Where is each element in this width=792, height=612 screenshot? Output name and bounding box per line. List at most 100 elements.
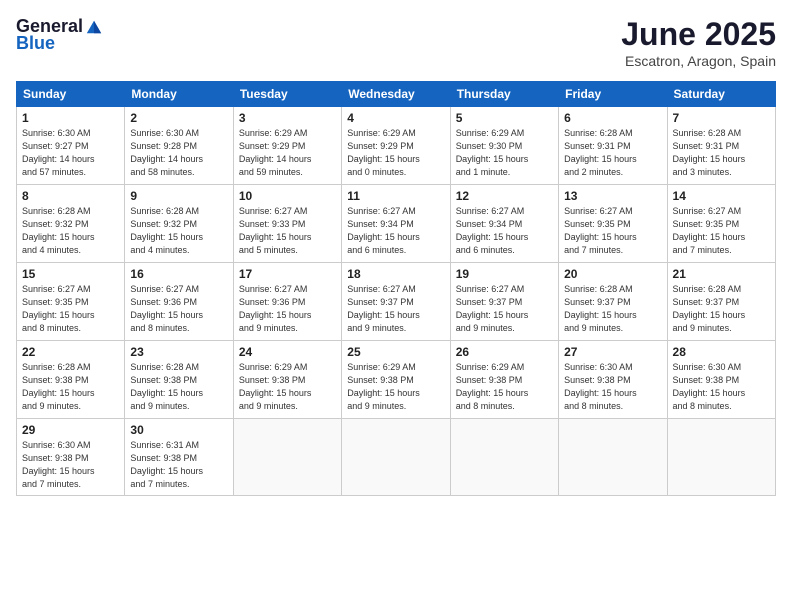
day-number: 10 xyxy=(239,189,336,203)
day-number: 19 xyxy=(456,267,553,281)
table-row: 17 Sunrise: 6:27 AM Sunset: 9:36 PM Dayli… xyxy=(233,263,341,341)
day-info: Sunrise: 6:28 AM Sunset: 9:38 PM Dayligh… xyxy=(22,361,119,413)
day-number: 3 xyxy=(239,111,336,125)
table-row: 6 Sunrise: 6:28 AM Sunset: 9:31 PM Daylig… xyxy=(559,107,667,185)
day-info: Sunrise: 6:30 AM Sunset: 9:38 PM Dayligh… xyxy=(22,439,119,491)
day-number: 21 xyxy=(673,267,770,281)
table-row: 1 Sunrise: 6:30 AM Sunset: 9:27 PM Daylig… xyxy=(17,107,125,185)
day-number: 28 xyxy=(673,345,770,359)
table-row xyxy=(559,419,667,496)
day-info: Sunrise: 6:29 AM Sunset: 9:38 PM Dayligh… xyxy=(239,361,336,413)
table-row: 16 Sunrise: 6:27 AM Sunset: 9:36 PM Dayli… xyxy=(125,263,233,341)
day-info: Sunrise: 6:30 AM Sunset: 9:38 PM Dayligh… xyxy=(673,361,770,413)
table-row xyxy=(342,419,450,496)
table-row: 18Sunrise: 6:27 AM Sunset: 9:37 PM Dayli… xyxy=(342,263,450,341)
day-info: Sunrise: 6:27 AM Sunset: 9:33 PM Dayligh… xyxy=(239,205,336,257)
day-info: Sunrise: 6:27 AM Sunset: 9:34 PM Dayligh… xyxy=(456,205,553,257)
day-number: 17 xyxy=(239,267,336,281)
col-friday: Friday xyxy=(559,82,667,107)
table-row: 24 Sunrise: 6:29 AM Sunset: 9:38 PM Dayli… xyxy=(233,341,341,419)
table-row: 19 Sunrise: 6:27 AM Sunset: 9:37 PM Dayli… xyxy=(450,263,558,341)
day-number: 29 xyxy=(22,423,119,437)
day-info: Sunrise: 6:30 AM Sunset: 9:27 PM Dayligh… xyxy=(22,127,119,179)
table-row xyxy=(233,419,341,496)
day-number: 9 xyxy=(130,189,227,203)
day-info: Sunrise: 6:29 AM Sunset: 9:30 PM Dayligh… xyxy=(456,127,553,179)
col-wednesday: Wednesday xyxy=(342,82,450,107)
day-info: Sunrise: 6:27 AM Sunset: 9:37 PM Dayligh… xyxy=(456,283,553,335)
day-info: Sunrise: 6:30 AM Sunset: 9:28 PM Dayligh… xyxy=(130,127,227,179)
table-row: 5Sunrise: 6:29 AM Sunset: 9:30 PM Daylig… xyxy=(450,107,558,185)
day-info: Sunrise: 6:28 AM Sunset: 9:32 PM Dayligh… xyxy=(130,205,227,257)
table-row: 27 Sunrise: 6:30 AM Sunset: 9:38 PM Dayli… xyxy=(559,341,667,419)
table-row: 13 Sunrise: 6:27 AM Sunset: 9:35 PM Dayli… xyxy=(559,185,667,263)
table-row: 15 Sunrise: 6:27 AM Sunset: 9:35 PM Dayli… xyxy=(17,263,125,341)
day-number: 6 xyxy=(564,111,661,125)
day-number: 2 xyxy=(130,111,227,125)
day-info: Sunrise: 6:31 AM Sunset: 9:38 PM Dayligh… xyxy=(130,439,227,491)
logo-icon xyxy=(85,18,103,36)
table-row: 10 Sunrise: 6:27 AM Sunset: 9:33 PM Dayli… xyxy=(233,185,341,263)
day-number: 1 xyxy=(22,111,119,125)
day-info: Sunrise: 6:27 AM Sunset: 9:36 PM Dayligh… xyxy=(239,283,336,335)
table-row: 30 Sunrise: 6:31 AM Sunset: 9:38 PM Dayli… xyxy=(125,419,233,496)
table-row xyxy=(667,419,775,496)
table-row: 9 Sunrise: 6:28 AM Sunset: 9:32 PM Daylig… xyxy=(125,185,233,263)
col-tuesday: Tuesday xyxy=(233,82,341,107)
table-row: 14 Sunrise: 6:27 AM Sunset: 9:35 PM Dayli… xyxy=(667,185,775,263)
day-info: Sunrise: 6:28 AM Sunset: 9:32 PM Dayligh… xyxy=(22,205,119,257)
day-number: 18 xyxy=(347,267,444,281)
table-row: 11 Sunrise: 6:27 AM Sunset: 9:34 PM Dayli… xyxy=(342,185,450,263)
table-row: 12 Sunrise: 6:27 AM Sunset: 9:34 PM Dayli… xyxy=(450,185,558,263)
day-info: Sunrise: 6:29 AM Sunset: 9:29 PM Dayligh… xyxy=(239,127,336,179)
col-sunday: Sunday xyxy=(17,82,125,107)
col-monday: Monday xyxy=(125,82,233,107)
day-number: 23 xyxy=(130,345,227,359)
day-info: Sunrise: 6:27 AM Sunset: 9:36 PM Dayligh… xyxy=(130,283,227,335)
day-info: Sunrise: 6:28 AM Sunset: 9:37 PM Dayligh… xyxy=(564,283,661,335)
logo-blue-text: Blue xyxy=(16,33,55,54)
day-info: Sunrise: 6:27 AM Sunset: 9:34 PM Dayligh… xyxy=(347,205,444,257)
day-info: Sunrise: 6:29 AM Sunset: 9:29 PM Dayligh… xyxy=(347,127,444,179)
day-number: 16 xyxy=(130,267,227,281)
day-info: Sunrise: 6:28 AM Sunset: 9:31 PM Dayligh… xyxy=(564,127,661,179)
table-row: 2 Sunrise: 6:30 AM Sunset: 9:28 PM Daylig… xyxy=(125,107,233,185)
day-info: Sunrise: 6:27 AM Sunset: 9:35 PM Dayligh… xyxy=(673,205,770,257)
table-row: 4 Sunrise: 6:29 AM Sunset: 9:29 PM Daylig… xyxy=(342,107,450,185)
day-info: Sunrise: 6:28 AM Sunset: 9:31 PM Dayligh… xyxy=(673,127,770,179)
table-row: 3 Sunrise: 6:29 AM Sunset: 9:29 PM Daylig… xyxy=(233,107,341,185)
logo: General Blue xyxy=(16,16,103,54)
calendar-header-row: Sunday Monday Tuesday Wednesday Thursday… xyxy=(17,82,776,107)
table-row: 7Sunrise: 6:28 AM Sunset: 9:31 PM Daylig… xyxy=(667,107,775,185)
calendar-table: Sunday Monday Tuesday Wednesday Thursday… xyxy=(16,81,776,496)
table-row: 23 Sunrise: 6:28 AM Sunset: 9:38 PM Dayli… xyxy=(125,341,233,419)
day-info: Sunrise: 6:27 AM Sunset: 9:35 PM Dayligh… xyxy=(564,205,661,257)
day-number: 15 xyxy=(22,267,119,281)
main-title: June 2025 xyxy=(621,16,776,53)
table-row xyxy=(450,419,558,496)
day-number: 30 xyxy=(130,423,227,437)
table-row: 26 Sunrise: 6:29 AM Sunset: 9:38 PM Dayli… xyxy=(450,341,558,419)
table-row: 21 Sunrise: 6:28 AM Sunset: 9:37 PM Dayli… xyxy=(667,263,775,341)
subtitle: Escatron, Aragon, Spain xyxy=(621,53,776,69)
day-info: Sunrise: 6:29 AM Sunset: 9:38 PM Dayligh… xyxy=(456,361,553,413)
table-row: 20 Sunrise: 6:28 AM Sunset: 9:37 PM Dayli… xyxy=(559,263,667,341)
day-number: 4 xyxy=(347,111,444,125)
day-number: 26 xyxy=(456,345,553,359)
table-row: 8 Sunrise: 6:28 AM Sunset: 9:32 PM Daylig… xyxy=(17,185,125,263)
day-number: 20 xyxy=(564,267,661,281)
day-number: 12 xyxy=(456,189,553,203)
table-row: 28 Sunrise: 6:30 AM Sunset: 9:38 PM Dayli… xyxy=(667,341,775,419)
day-number: 13 xyxy=(564,189,661,203)
day-info: Sunrise: 6:30 AM Sunset: 9:38 PM Dayligh… xyxy=(564,361,661,413)
day-number: 8 xyxy=(22,189,119,203)
day-info: Sunrise: 6:27 AM Sunset: 9:35 PM Dayligh… xyxy=(22,283,119,335)
title-block: June 2025 Escatron, Aragon, Spain xyxy=(621,16,776,69)
day-info: Sunrise: 6:28 AM Sunset: 9:38 PM Dayligh… xyxy=(130,361,227,413)
col-saturday: Saturday xyxy=(667,82,775,107)
day-number: 11 xyxy=(347,189,444,203)
day-number: 27 xyxy=(564,345,661,359)
day-number: 14 xyxy=(673,189,770,203)
day-number: 24 xyxy=(239,345,336,359)
day-info: Sunrise: 6:28 AM Sunset: 9:37 PM Dayligh… xyxy=(673,283,770,335)
